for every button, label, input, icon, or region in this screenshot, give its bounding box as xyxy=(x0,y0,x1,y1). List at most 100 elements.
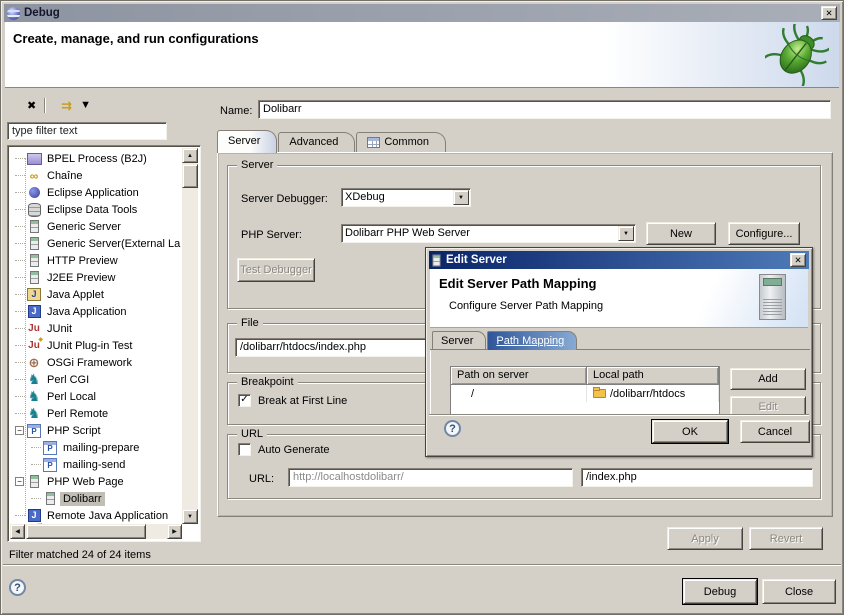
tab-server[interactable]: Server xyxy=(217,130,277,153)
configure-button[interactable]: Configure... xyxy=(728,222,800,245)
close-icon[interactable]: ✕ xyxy=(790,253,806,267)
tree-item-dolibarr[interactable]: Dolibarr xyxy=(10,490,182,507)
tree-item-php-script[interactable]: −PHP Script xyxy=(10,422,182,439)
chevron-down-icon[interactable]: ▼ xyxy=(453,190,469,205)
tree-item-junit-plug-in-test[interactable]: JUnit Plug-in Test xyxy=(10,337,182,354)
tree-guide-stub xyxy=(15,311,25,312)
tree-expander-icon[interactable]: − xyxy=(15,426,24,435)
server-icon xyxy=(30,271,39,284)
dropdown-caret-icon[interactable]: ▼ xyxy=(80,99,91,111)
tree-item-generic-server-external-la[interactable]: Generic Server(External La xyxy=(10,235,182,252)
tree-item-eclipse-application[interactable]: Eclipse Application xyxy=(10,184,182,201)
debug-button[interactable]: Debug xyxy=(683,579,757,604)
server-icon xyxy=(30,475,39,488)
column-header-path-on-server[interactable]: Path on server xyxy=(451,367,587,385)
tree-item-php-web-page[interactable]: −PHP Web Page xyxy=(10,473,182,490)
tree-item-label: BPEL Process (B2J) xyxy=(44,152,150,166)
tree-item-remote-java-application[interactable]: Remote Java Application xyxy=(10,507,182,524)
server-icon xyxy=(30,254,39,267)
tree-item-perl-local[interactable]: Perl Local xyxy=(10,388,182,405)
tree-item-perl-remote[interactable]: Perl Remote xyxy=(10,405,182,422)
tree-item-label: HTTP Preview xyxy=(44,254,121,268)
tree-item-http-preview[interactable]: HTTP Preview xyxy=(10,252,182,269)
scroll-up-icon[interactable]: ▲ xyxy=(182,148,198,163)
php-server-select[interactable]: Dolibarr PHP Web Server ▼ xyxy=(341,224,636,243)
tree-item-mailing-send[interactable]: mailing-send xyxy=(10,456,182,473)
tree-item-label: Eclipse Data Tools xyxy=(44,203,140,217)
server-debugger-select[interactable]: XDebug ▼ xyxy=(341,188,471,207)
tree-item-perl-cgi[interactable]: Perl CGI xyxy=(10,371,182,388)
filter-icon[interactable]: ⇉ xyxy=(61,99,72,112)
tree-item-j2ee-preview[interactable]: J2EE Preview xyxy=(10,269,182,286)
tree-guide-stub xyxy=(15,243,25,244)
tab-path-mapping[interactable]: Path Mapping xyxy=(487,331,577,350)
breakpoint-group-title: Breakpoint xyxy=(237,376,298,388)
tab-label: Server xyxy=(228,135,260,147)
tree-guide-stub xyxy=(31,464,41,465)
chevron-down-icon[interactable]: ▼ xyxy=(618,226,634,241)
applet-icon xyxy=(26,287,42,303)
tree-item-mailing-prepare[interactable]: mailing-prepare xyxy=(10,439,182,456)
tab-server[interactable]: Server xyxy=(432,331,486,350)
tree-expander-icon[interactable]: − xyxy=(15,477,24,486)
name-label: Name: xyxy=(220,105,252,117)
break-first-line-label: Break at First Line xyxy=(258,395,347,407)
tree-item-label: JUnit xyxy=(44,322,75,336)
ok-button[interactable]: OK xyxy=(652,420,728,443)
window-title: Debug xyxy=(24,7,60,19)
tree-guide-stub xyxy=(15,379,25,380)
table-cell-path-on-server[interactable]: / xyxy=(451,385,587,402)
tree-item-label: OSGi Framework xyxy=(44,356,135,370)
tree-item-eclipse-data-tools[interactable]: Eclipse Data Tools xyxy=(10,201,182,218)
apply-button: Apply xyxy=(667,527,743,550)
url-path-input[interactable]: /index.php xyxy=(581,468,813,487)
add-button[interactable]: Add xyxy=(730,368,806,390)
name-input[interactable]: Dolibarr xyxy=(258,100,831,119)
scroll-left-icon[interactable]: ◀ xyxy=(10,524,25,539)
auto-generate-checkbox[interactable] xyxy=(238,443,251,456)
tree-guide-stub xyxy=(15,209,25,210)
break-first-line-checkbox[interactable] xyxy=(238,394,251,407)
tree-item-cha-ne[interactable]: Chaîne xyxy=(10,167,182,184)
table-cell-local-path[interactable]: /dolibarr/htdocs xyxy=(587,385,719,402)
tree-item-java-applet[interactable]: Java Applet xyxy=(10,286,182,303)
delete-icon[interactable]: ✖ xyxy=(27,99,36,112)
local-path-text: /dolibarr/htdocs xyxy=(610,388,685,400)
php-icon xyxy=(42,457,58,473)
tree-item-bpel-process-b2j[interactable]: BPEL Process (B2J) xyxy=(10,150,182,167)
vertical-scrollbar[interactable]: ▲ ▼ xyxy=(182,148,198,524)
junit-plugin-icon xyxy=(26,338,42,354)
tree-item-junit[interactable]: JUnit xyxy=(10,320,182,337)
close-button[interactable]: Close xyxy=(762,579,836,604)
cancel-button[interactable]: Cancel xyxy=(740,420,810,443)
edit-server-header: Edit Server Path Mapping Configure Serve… xyxy=(430,269,808,328)
new-button[interactable]: New xyxy=(646,222,716,245)
close-icon[interactable]: ✕ xyxy=(821,6,837,20)
tree-item-osgi-framework[interactable]: OSGi Framework xyxy=(10,354,182,371)
tab-common[interactable]: Common xyxy=(356,132,446,153)
tree-item-generic-server[interactable]: Generic Server xyxy=(10,218,182,235)
horizontal-scrollbar[interactable]: ◀ ▶ xyxy=(10,524,182,539)
help-icon[interactable]: ? xyxy=(444,420,461,437)
tab-advanced[interactable]: Advanced xyxy=(278,132,355,153)
remote-java-icon xyxy=(26,508,42,524)
tree-item-label: mailing-send xyxy=(60,458,128,472)
scroll-track[interactable] xyxy=(182,163,198,509)
scroll-right-icon[interactable]: ▶ xyxy=(167,524,182,539)
tree-guide-stub xyxy=(15,192,25,193)
scroll-down-icon[interactable]: ▼ xyxy=(182,509,198,524)
tree-item-java-application[interactable]: Java Application xyxy=(10,303,182,320)
scroll-thumb[interactable] xyxy=(182,164,198,188)
edit-server-subheading: Configure Server Path Mapping xyxy=(449,300,603,312)
column-header-local-path[interactable]: Local path xyxy=(587,367,719,385)
tree-item-label: Dolibarr xyxy=(60,492,105,506)
bpel-icon xyxy=(26,151,42,167)
filter-input[interactable]: type filter text xyxy=(7,122,167,140)
tree-item-label: Generic Server(External La xyxy=(44,237,182,251)
tree-guide-stub xyxy=(15,515,25,516)
edit-server-dialog: Edit Server ✕ Edit Server Path Mapping C… xyxy=(425,247,813,457)
path-mapping-table[interactable]: Path on serverLocal path/ /dolibarr/htdoc… xyxy=(450,366,720,414)
help-icon[interactable]: ? xyxy=(9,579,26,596)
url-group-title: URL xyxy=(237,428,267,440)
scroll-thumb[interactable] xyxy=(26,524,146,539)
